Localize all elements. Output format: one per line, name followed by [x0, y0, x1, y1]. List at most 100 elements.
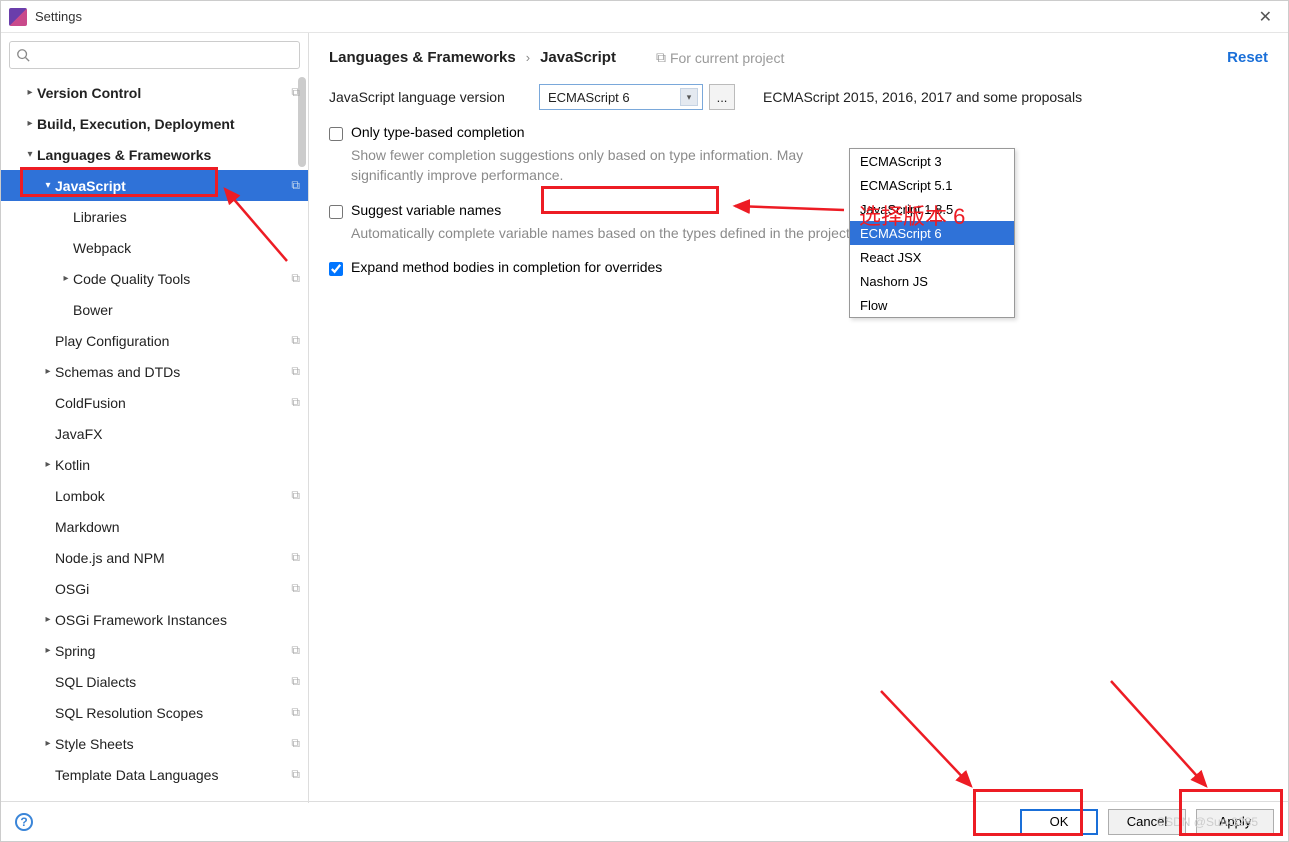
- tree-item[interactable]: ▾JavaScript⧉: [1, 170, 308, 201]
- copy-icon: ⧉: [291, 643, 300, 658]
- tree-item[interactable]: ▸Kotlin⧉: [1, 449, 308, 480]
- tree-item[interactable]: SQL Dialects⧉: [1, 666, 308, 697]
- tree-item[interactable]: ▸Code Quality Tools⧉: [1, 263, 308, 294]
- tree-item[interactable]: Markdown⧉: [1, 511, 308, 542]
- tree-item-label: JavaScript: [55, 178, 291, 194]
- copy-icon: ⧉: [291, 550, 300, 565]
- chevron-down-icon: ▾: [680, 88, 698, 106]
- tree-item[interactable]: SQL Resolution Scopes⧉: [1, 697, 308, 728]
- tree-item[interactable]: JavaFX⧉: [1, 418, 308, 449]
- tree-item-label: Webpack: [73, 240, 300, 256]
- tree-arrow-icon: ▸: [23, 118, 37, 129]
- tree-item[interactable]: ▸Style Sheets⧉: [1, 728, 308, 759]
- close-button[interactable]: ✕: [1251, 7, 1280, 27]
- expand-method-bodies-checkbox[interactable]: [329, 262, 343, 276]
- language-version-value: ECMAScript 6: [548, 90, 630, 105]
- tree-item-label: Kotlin: [55, 457, 300, 473]
- more-button[interactable]: ...: [709, 84, 735, 110]
- tree-item[interactable]: Lombok⧉: [1, 480, 308, 511]
- tree-item[interactable]: ▸Schemas and DTDs⧉: [1, 356, 308, 387]
- tree-item-label: Bower: [73, 302, 300, 318]
- tree-item[interactable]: OSGi⧉: [1, 573, 308, 604]
- tree-item[interactable]: ▸Version Control⧉: [1, 77, 308, 108]
- tree-item[interactable]: Bower⧉: [1, 294, 308, 325]
- tree-item[interactable]: ▸Build, Execution, Deployment⧉: [1, 108, 308, 139]
- breadcrumb: Languages & Frameworks › JavaScript ⧉ Fo…: [329, 49, 1268, 66]
- type-based-completion-checkbox[interactable]: [329, 127, 343, 141]
- language-version-dropdown[interactable]: ECMAScript 3ECMAScript 5.1JavaScript 1.8…: [849, 148, 1015, 318]
- ok-button[interactable]: OK: [1020, 809, 1098, 835]
- copy-icon: ⧉: [291, 395, 300, 410]
- tree-item[interactable]: ▾Languages & Frameworks⧉: [1, 139, 308, 170]
- tree-item[interactable]: ▸OSGi Framework Instances⧉: [1, 604, 308, 635]
- tree-item-label: Play Configuration: [55, 333, 291, 349]
- search-input-wrapper[interactable]: [9, 41, 300, 69]
- tree-item[interactable]: ColdFusion⧉: [1, 387, 308, 418]
- tree-item-label: Version Control: [37, 85, 291, 101]
- tree-item-label: Node.js and NPM: [55, 550, 291, 566]
- search-input[interactable]: [34, 48, 293, 63]
- tree-item-label: Languages & Frameworks: [37, 147, 300, 163]
- tree-item-label: SQL Dialects: [55, 674, 291, 690]
- breadcrumb-parent[interactable]: Languages & Frameworks: [329, 49, 516, 66]
- tree-item-label: OSGi Framework Instances: [55, 612, 300, 628]
- tree-item-label: Spring: [55, 643, 291, 659]
- tree-item-label: Schemas and DTDs: [55, 364, 291, 380]
- tree-item-label: Markdown: [55, 519, 300, 535]
- window-title: Settings: [35, 9, 82, 24]
- dropdown-option[interactable]: React JSX: [850, 245, 1014, 269]
- help-button[interactable]: ?: [15, 813, 33, 831]
- copy-icon: ⧉: [291, 271, 300, 286]
- breadcrumb-separator: ›: [526, 50, 530, 65]
- type-based-completion-label: Only type-based completion: [351, 124, 525, 140]
- copy-icon: ⧉: [291, 767, 300, 782]
- settings-sidebar: ▸Version Control⧉▸Build, Execution, Depl…: [1, 33, 309, 803]
- tree-arrow-icon: ▾: [41, 180, 55, 191]
- copy-icon: ⧉: [291, 674, 300, 689]
- copy-icon: ⧉: [291, 488, 300, 503]
- reset-link[interactable]: Reset: [1227, 49, 1268, 66]
- tree-item[interactable]: Libraries⧉: [1, 201, 308, 232]
- copy-icon: ⧉: [291, 364, 300, 379]
- annotation-text: 选择版本 6: [859, 199, 965, 231]
- copy-icon: ⧉: [291, 85, 300, 100]
- suggest-variable-names-label: Suggest variable names: [351, 202, 501, 218]
- tree-item[interactable]: Webpack⧉: [1, 232, 308, 263]
- tree-item[interactable]: Template Data Languages⧉: [1, 759, 308, 790]
- dialog-footer: ? OK Cancel Apply: [1, 801, 1288, 841]
- copy-icon: ⧉: [291, 333, 300, 348]
- tree-item-label: ColdFusion: [55, 395, 291, 411]
- tree-arrow-icon: ▸: [23, 87, 37, 98]
- settings-main-panel: Languages & Frameworks › JavaScript ⧉ Fo…: [309, 33, 1288, 803]
- expand-method-bodies-label: Expand method bodies in completion for o…: [351, 259, 662, 275]
- suggest-variable-names-checkbox[interactable]: [329, 205, 343, 219]
- tree-item-label: Libraries: [73, 209, 300, 225]
- type-based-completion-help: Show fewer completion suggestions only b…: [351, 145, 871, 186]
- copy-icon: ⧉: [291, 581, 300, 596]
- tree-item-label: Lombok: [55, 488, 291, 504]
- language-version-label: JavaScript language version: [329, 89, 539, 105]
- project-scope-hint: ⧉ For current project: [656, 49, 784, 66]
- tree-arrow-icon: ▸: [41, 738, 55, 749]
- copy-icon: ⧉: [656, 49, 666, 66]
- tree-item[interactable]: Node.js and NPM⧉: [1, 542, 308, 573]
- dropdown-option[interactable]: Flow: [850, 293, 1014, 317]
- tree-item-label: Style Sheets: [55, 736, 291, 752]
- tree-item-label: JavaFX: [55, 426, 300, 442]
- tree-item-label: Code Quality Tools: [73, 271, 291, 287]
- tree-item[interactable]: Play Configuration⧉: [1, 325, 308, 356]
- copy-icon: ⧉: [291, 178, 300, 193]
- tree-item[interactable]: ▸Spring⧉: [1, 635, 308, 666]
- tree-arrow-icon: ▸: [41, 459, 55, 470]
- language-version-select[interactable]: ECMAScript 6 ▾: [539, 84, 703, 110]
- tree-item-label: OSGi: [55, 581, 291, 597]
- dropdown-option[interactable]: Nashorn JS: [850, 269, 1014, 293]
- dropdown-option[interactable]: ECMAScript 3: [850, 149, 1014, 173]
- search-icon: [16, 48, 30, 62]
- dropdown-option[interactable]: ECMAScript 5.1: [850, 173, 1014, 197]
- tree-item-label: Template Data Languages: [55, 767, 291, 783]
- tree-item-label: Build, Execution, Deployment: [37, 116, 300, 132]
- tree-arrow-icon: ▾: [23, 149, 37, 160]
- settings-tree[interactable]: ▸Version Control⧉▸Build, Execution, Depl…: [1, 77, 308, 803]
- language-version-desc: ECMAScript 2015, 2016, 2017 and some pro…: [763, 89, 1082, 105]
